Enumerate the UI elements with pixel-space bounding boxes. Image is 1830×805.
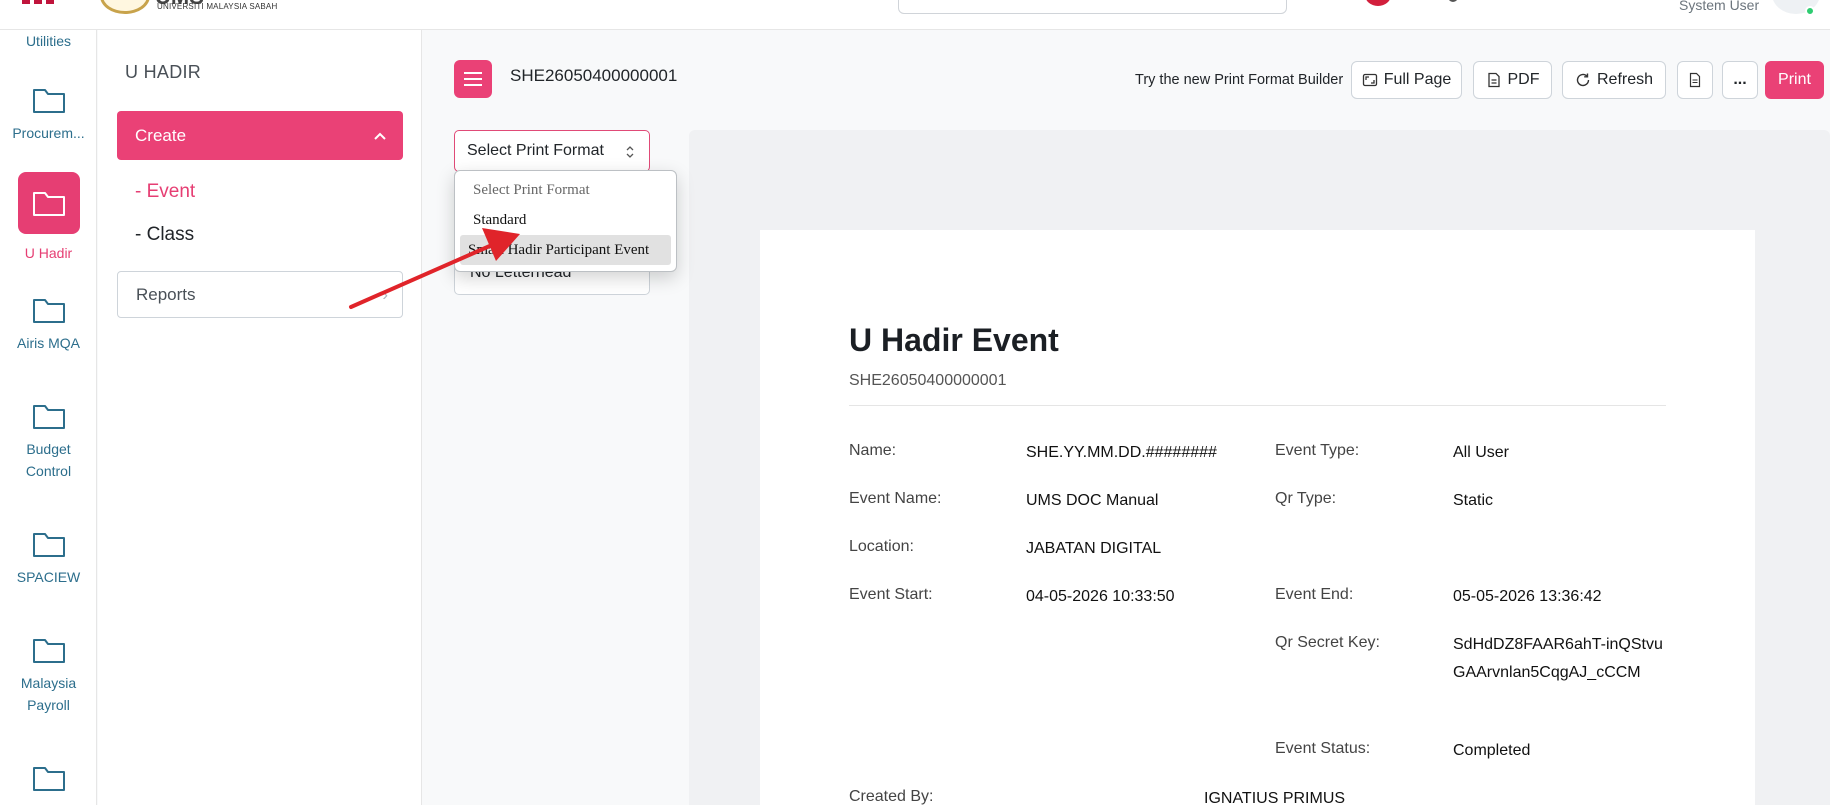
- pdf-button[interactable]: PDF: [1473, 61, 1552, 99]
- full-page-button[interactable]: Full Page: [1351, 61, 1462, 99]
- rail-item-label: Budget Control: [25, 441, 72, 479]
- online-status-icon: [1805, 6, 1815, 16]
- annotation-arrow-icon: [349, 228, 520, 309]
- rail-item-label: U Hadir: [24, 245, 73, 261]
- event-status-value: Completed: [1453, 742, 1531, 759]
- print-format-value: Select Print Format: [467, 142, 604, 159]
- rail-item-procurement[interactable]: Procurem...: [0, 86, 97, 144]
- event-name-label: Event Name:: [849, 490, 942, 507]
- event-type-value: All User: [1453, 444, 1510, 461]
- folder-icon: [32, 767, 65, 791]
- hamburger-menu-button[interactable]: [454, 60, 492, 98]
- module-rail: Utilities Procurem... U Hadir Airis MQA …: [0, 30, 97, 805]
- rail-item-label: Utilities: [25, 33, 72, 49]
- rail-item-more[interactable]: [0, 764, 97, 792]
- rail-item-utilities[interactable]: Utilities: [0, 30, 97, 52]
- sidebar-title: U HADIR: [125, 62, 202, 82]
- event-status-label: Event Status:: [1275, 740, 1371, 757]
- print-format-builder-link[interactable]: Try the new Print Format Builder: [1135, 72, 1343, 88]
- qr-type-value: Static: [1453, 492, 1494, 509]
- create-label: Create: [135, 126, 187, 145]
- folder-icon: [32, 405, 65, 429]
- rail-item-label: Airis MQA: [17, 335, 80, 351]
- print-preview-page: U Hadir Event SHE26050400000001 Name: SH…: [760, 230, 1755, 805]
- logo-subtitle: UNIVERSITI MALAYSIA SABAH: [157, 2, 278, 11]
- document-subtitle: SHE26050400000001: [849, 372, 1007, 389]
- chevron-up-icon: [373, 111, 387, 160]
- language-flag-icon[interactable]: [1365, 0, 1391, 6]
- created-by-label: Created By:: [849, 788, 934, 805]
- rail-item-u-hadir[interactable]: U Hadir: [0, 172, 97, 264]
- print-format-select[interactable]: Select Print Format: [454, 130, 650, 172]
- create-menu-toggle[interactable]: Create: [117, 111, 403, 160]
- print-button[interactable]: Print: [1765, 61, 1824, 99]
- sidebar-item-event[interactable]: - Event: [135, 181, 195, 203]
- print-settings-button[interactable]: [1677, 61, 1713, 99]
- menu-icon: [464, 72, 482, 86]
- name-value: SHE.YY.MM.DD.########: [1026, 444, 1217, 461]
- fullscreen-icon: [1362, 73, 1377, 87]
- search-input[interactable]: [898, 0, 1287, 14]
- document-title: U Hadir Event: [849, 322, 1059, 358]
- top-header: UMS UNIVERSITI MALAYSIA SABAH System Use…: [0, 0, 1830, 30]
- event-start-value: 04-05-2026 10:33:50: [1026, 588, 1175, 605]
- folder-icon: [32, 299, 65, 323]
- name-label: Name:: [849, 442, 897, 459]
- option-placeholder[interactable]: Select Print Format: [460, 175, 671, 205]
- qr-secret-key-label: Qr Secret Key:: [1275, 634, 1380, 651]
- event-start-label: Event Start:: [849, 586, 933, 603]
- u-hadir-tile: [17, 172, 80, 234]
- sidebar: U HADIR Create - Event - Class Reports ›: [98, 30, 422, 805]
- refresh-label: Refresh: [1596, 71, 1654, 88]
- document-icon: [1487, 72, 1500, 88]
- folder-icon: [32, 89, 65, 113]
- pdf-label: PDF: [1507, 71, 1540, 88]
- file-icon: [1689, 72, 1701, 88]
- user-icon: [1448, 0, 1458, 2]
- apps-grid-icon[interactable]: [22, 0, 56, 4]
- event-type-label: Event Type:: [1275, 442, 1360, 459]
- sidebar-item-class[interactable]: - Class: [135, 224, 194, 246]
- event-name-value: UMS DOC Manual: [1026, 492, 1159, 509]
- rail-item-malaysia-payroll[interactable]: Malaysia Payroll: [0, 636, 97, 716]
- created-by-value: IGNATIUS PRIMUS: [1204, 790, 1346, 805]
- user-role: System User: [1679, 0, 1760, 13]
- university-emblem-icon: [100, 0, 150, 14]
- rail-item-budget-control[interactable]: Budget Control: [0, 402, 97, 482]
- rail-item-airis-mqa[interactable]: Airis MQA: [0, 296, 97, 354]
- location-value: JABATAN DIGITAL: [1026, 540, 1162, 557]
- more-options-button[interactable]: ...: [1722, 61, 1758, 99]
- event-end-label: Event End:: [1275, 586, 1354, 603]
- rail-item-label: SPACIEW: [16, 569, 81, 585]
- qr-type-label: Qr Type:: [1275, 490, 1337, 507]
- rail-item-spaciew[interactable]: SPACIEW: [0, 530, 97, 588]
- more-label: ...: [1733, 71, 1747, 88]
- location-label: Location:: [849, 538, 914, 555]
- qr-secret-key-value: SdHdDZ8FAAR6ahT-inQStvuGAArvnlan5CqgAJ_c…: [1453, 636, 1663, 681]
- folder-icon: [32, 639, 65, 663]
- folder-icon: [32, 192, 65, 216]
- folder-icon: [32, 533, 65, 557]
- event-end-value: 05-05-2026 13:36:42: [1453, 588, 1602, 605]
- refresh-icon: [1576, 73, 1590, 87]
- page-title: SHE26050400000001: [510, 66, 678, 85]
- rail-item-label: Procurem...: [12, 125, 85, 141]
- chevron-updown-icon: [625, 131, 635, 171]
- reports-label: Reports: [136, 285, 196, 304]
- full-page-label: Full Page: [1383, 71, 1452, 88]
- rail-item-label: Malaysia Payroll: [20, 675, 77, 713]
- divider: [849, 405, 1666, 406]
- refresh-button[interactable]: Refresh: [1562, 61, 1666, 99]
